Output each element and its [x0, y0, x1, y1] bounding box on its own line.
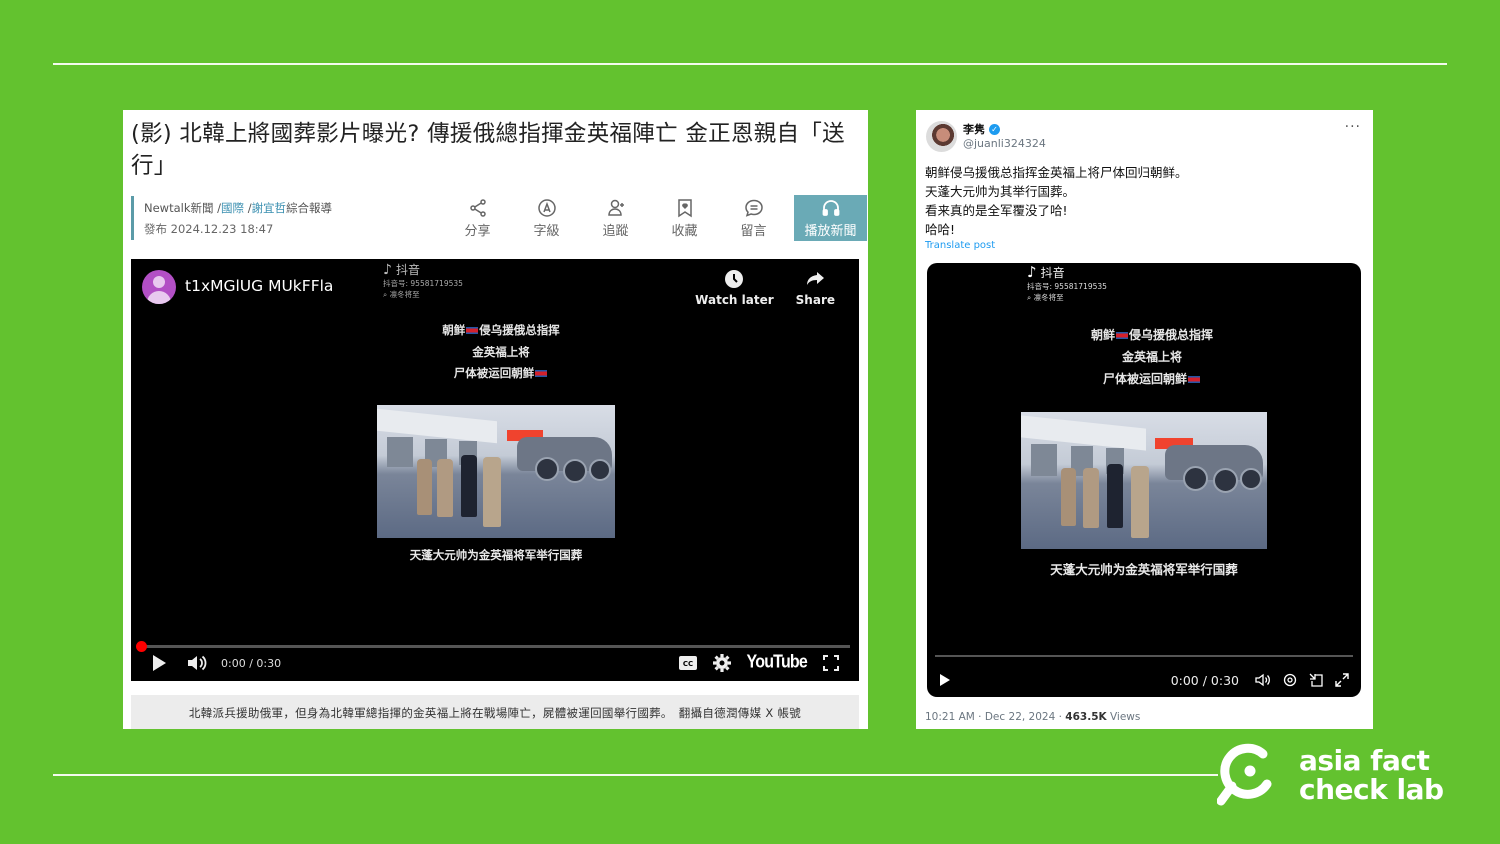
settings-button[interactable] [1283, 673, 1297, 687]
video-frame-image [1021, 412, 1267, 549]
asia-fact-check-lab-logo: asia fact check lab [1217, 742, 1444, 808]
nk-flag-icon [1116, 332, 1128, 339]
translate-post-link[interactable]: Translate post [925, 240, 995, 251]
article-title: (影) 北韓上將國葬影片曝光? 傳援俄總指揮金英福陣亡 金正恩親自「送行」 [131, 121, 845, 179]
verified-badge-icon: ✓ [989, 123, 1000, 135]
channel-name[interactable]: t1xMGlUG MUkFFla [185, 277, 333, 295]
follow-icon [607, 199, 624, 216]
picture-in-picture-button[interactable] [1309, 673, 1323, 687]
report-type: 綜合報導 [286, 201, 333, 215]
video-caption-overlay: 朝鲜 侵乌援俄总指挥 金英福上将 尸体被运回朝鲜 [1090, 328, 1214, 386]
fullscreen-icon [823, 655, 839, 671]
youtube-embed-player[interactable]: t1xMGlUG MUkFFla ♪ 抖音 抖音号: 95581719535 ⌕ … [131, 259, 859, 681]
search-icon: ⌕ [1027, 293, 1032, 302]
top-divider [53, 63, 1447, 65]
channel-avatar[interactable] [142, 270, 176, 304]
play-icon [153, 655, 166, 671]
search-icon: ⌕ [383, 290, 388, 299]
article-meta: Newtalk新聞 /國際 /謝宜哲綜合報導 發布 2024.12.23 18:… [131, 196, 332, 240]
clock-icon [725, 270, 744, 288]
post-video-player[interactable]: ♪ 抖音 抖音号: 95581719535 ⌕ 凛冬将至 朝鲜 侵乌援俄总指挥 金英… [927, 263, 1361, 697]
share-arrow-icon [807, 272, 825, 285]
share-button[interactable]: 分享 [443, 195, 512, 241]
play-icon [940, 674, 950, 686]
fullscreen-button[interactable] [1335, 673, 1349, 687]
douyin-watermark: ♪ 抖音 抖音号: 95581719535 ⌕ 凛冬将至 [383, 261, 463, 300]
bottom-divider [53, 774, 1218, 776]
user-handle[interactable]: @juanli324324 [963, 137, 1046, 150]
headphones-icon [822, 199, 839, 216]
bookmark-button[interactable]: 收藏 [650, 195, 719, 241]
tiktok-logo-icon: ♪ [1027, 263, 1037, 281]
user-avatar[interactable] [926, 121, 957, 152]
gear-icon [712, 654, 731, 672]
volume-button[interactable] [1255, 673, 1271, 687]
play-news-button[interactable]: 播放新聞 [794, 195, 867, 241]
views-count: 463.5K [1065, 711, 1107, 723]
post-timestamp: 10:21 AM · Dec 22, 2024 · 463.5K Views [925, 711, 1141, 723]
tiktok-logo-icon: ♪ [383, 261, 392, 278]
captions-button[interactable]: CC [678, 656, 697, 670]
font-size-button[interactable]: 字級 [512, 195, 581, 241]
video-caption-overlay: 朝鲜 侵乌援俄总指挥 金英福上将 尸体被运回朝鲜 [442, 323, 560, 380]
share-icon [469, 198, 486, 217]
author-link[interactable]: 謝宜哲 [252, 201, 287, 215]
play-button[interactable] [151, 654, 167, 672]
font-size-icon [537, 198, 556, 217]
volume-icon [1255, 673, 1270, 687]
x-post-screenshot: 李隽 ✓ @juanli324324 ··· 朝鲜侵乌援俄总指挥金英福上将尸体回… [916, 110, 1373, 729]
cc-icon: CC [678, 656, 697, 670]
nk-flag-icon [466, 327, 479, 334]
douyin-watermark: ♪ 抖音 抖音号: 95581719535 ⌕ 凛冬将至 [1027, 263, 1107, 302]
svg-text:CC: CC [682, 660, 692, 668]
display-name[interactable]: 李隽 ✓ [963, 121, 1000, 137]
youtube-logo[interactable]: YouTube [747, 653, 808, 674]
bookmark-icon [677, 198, 692, 217]
video-frame-image [377, 405, 615, 538]
volume-icon [188, 655, 207, 671]
news-article-screenshot: (影) 北韓上將國葬影片曝光? 傳援俄總指揮金英福陣亡 金正恩親自「送行」 Ne… [123, 110, 868, 729]
gear-icon [1283, 673, 1297, 687]
video-subtitle: 天蓬大元帅为金英福将军举行国葬 [1050, 562, 1238, 577]
post-text: 朝鲜侵乌援俄总指挥金英福上将尸体回归朝鲜。 天蓬大元帅为其举行国葬。 看来真的是… [925, 165, 1188, 237]
player-controls: 0:00 / 0:30 CC YouTube [131, 645, 859, 681]
play-button[interactable] [939, 673, 951, 687]
video-time: 0:00 / 0:30 [1170, 672, 1239, 688]
published-date: 2024.12.23 18:47 [170, 222, 274, 236]
source-name: Newtalk新聞 [144, 201, 214, 215]
comment-icon [744, 199, 763, 217]
watch-later-button[interactable]: Watch later [695, 269, 774, 307]
nk-flag-icon [1188, 376, 1200, 383]
category-link[interactable]: 國際 [221, 201, 244, 215]
volume-button[interactable] [187, 654, 207, 672]
comment-button[interactable]: 留言 [719, 195, 788, 241]
article-toolbar: 分享 字級 追蹤 收藏 留言 播放新聞 [443, 195, 867, 241]
published-label: 發布 [144, 222, 167, 236]
video-time: 0:00 / 0:30 [221, 656, 282, 670]
pip-icon [1309, 673, 1323, 687]
image-caption: 北韓派兵援助俄軍，但身為北韓軍總指揮的金英福上將在戰場陣亡，屍體被運回國舉行國葬… [131, 695, 859, 729]
video-subtitle: 天蓬大元帅为金英福将军举行国葬 [409, 548, 583, 562]
expand-icon [1335, 673, 1349, 687]
settings-button[interactable] [712, 654, 731, 672]
follow-button[interactable]: 追蹤 [581, 195, 650, 241]
share-video-button[interactable]: Share [796, 269, 835, 307]
fullscreen-button[interactable] [823, 655, 839, 671]
magnifier-logo-icon [1217, 743, 1272, 806]
more-options-icon[interactable]: ··· [1345, 119, 1361, 135]
nk-flag-icon [535, 370, 548, 377]
player-controls: 0:00 / 0:30 [927, 663, 1361, 697]
video-progress-bar[interactable] [935, 655, 1353, 657]
